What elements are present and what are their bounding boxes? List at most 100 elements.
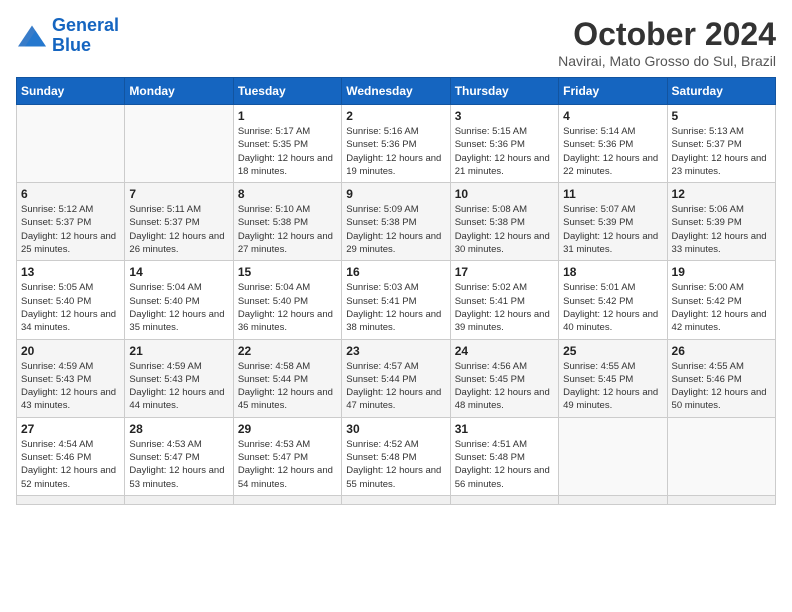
calendar-cell: 24Sunrise: 4:56 AM Sunset: 5:45 PM Dayli… <box>450 339 558 417</box>
calendar-cell: 4 Sunrise: 5:14 AM Sunset: 5:36 PM Daylig… <box>559 105 667 183</box>
day-number: 4 <box>563 109 662 123</box>
logo: General Blue <box>16 16 119 56</box>
calendar-cell: 31Sunrise: 4:51 AM Sunset: 5:48 PM Dayli… <box>450 417 558 495</box>
day-detail: Sunrise: 5:02 AM Sunset: 5:41 PM Dayligh… <box>455 281 554 334</box>
calendar-cell: 30 Sunrise: 4:52 AM Sunset: 5:48 PM Dayli… <box>342 417 450 495</box>
day-number: 13 <box>21 265 120 279</box>
day-number: 17 <box>455 265 554 279</box>
day-detail: Sunrise: 5:00 AM Sunset: 5:42 PM Dayligh… <box>672 281 771 334</box>
calendar-cell: 25Sunrise: 4:55 AM Sunset: 5:45 PM Dayli… <box>559 339 667 417</box>
day-detail: Sunrise: 5:11 AM Sunset: 5:37 PM Dayligh… <box>129 203 228 256</box>
day-detail: Sunrise: 5:06 AM Sunset: 5:39 PM Dayligh… <box>672 203 771 256</box>
day-detail: Sunrise: 5:15 AM Sunset: 5:36 PM Dayligh… <box>455 125 554 178</box>
day-number: 18 <box>563 265 662 279</box>
calendar-cell: 15Sunrise: 5:04 AM Sunset: 5:40 PM Dayli… <box>233 261 341 339</box>
day-detail: Sunrise: 5:10 AM Sunset: 5:38 PM Dayligh… <box>238 203 337 256</box>
calendar-cell: 18 Sunrise: 5:01 AM Sunset: 5:42 PM Dayli… <box>559 261 667 339</box>
day-number: 1 <box>238 109 337 123</box>
day-detail: Sunrise: 4:53 AM Sunset: 5:47 PM Dayligh… <box>238 438 337 491</box>
day-detail: Sunrise: 5:04 AM Sunset: 5:40 PM Dayligh… <box>238 281 337 334</box>
day-detail: Sunrise: 4:52 AM Sunset: 5:48 PM Dayligh… <box>346 438 445 491</box>
calendar-cell <box>233 495 341 504</box>
day-number: 19 <box>672 265 771 279</box>
day-number: 12 <box>672 187 771 201</box>
calendar-cell: 26 Sunrise: 4:55 AM Sunset: 5:46 PM Dayli… <box>667 339 775 417</box>
day-number: 14 <box>129 265 228 279</box>
day-number: 16 <box>346 265 445 279</box>
day-detail: Sunrise: 4:59 AM Sunset: 5:43 PM Dayligh… <box>21 360 120 413</box>
calendar-cell: 3 Sunrise: 5:15 AM Sunset: 5:36 PM Daylig… <box>450 105 558 183</box>
day-detail: Sunrise: 5:08 AM Sunset: 5:38 PM Dayligh… <box>455 203 554 256</box>
weekday-header-row: SundayMondayTuesdayWednesdayThursdayFrid… <box>17 78 776 105</box>
calendar-cell: 12 Sunrise: 5:06 AM Sunset: 5:39 PM Dayli… <box>667 183 775 261</box>
day-number: 26 <box>672 344 771 358</box>
day-detail: Sunrise: 5:03 AM Sunset: 5:41 PM Dayligh… <box>346 281 445 334</box>
day-number: 21 <box>129 344 228 358</box>
calendar-cell: 23 Sunrise: 4:57 AM Sunset: 5:44 PM Dayli… <box>342 339 450 417</box>
day-number: 24 <box>455 344 554 358</box>
day-number: 3 <box>455 109 554 123</box>
calendar-cell <box>125 105 233 183</box>
day-number: 23 <box>346 344 445 358</box>
weekday-header: Tuesday <box>233 78 341 105</box>
day-number: 25 <box>563 344 662 358</box>
page-header: General Blue October 2024 Navirai, Mato … <box>16 16 776 69</box>
title-block: October 2024 Navirai, Mato Grosso do Sul… <box>558 16 776 69</box>
logo-general: General <box>52 15 119 35</box>
calendar-cell: 29 Sunrise: 4:53 AM Sunset: 5:47 PM Dayli… <box>233 417 341 495</box>
calendar-cell: 14Sunrise: 5:04 AM Sunset: 5:40 PM Dayli… <box>125 261 233 339</box>
calendar-cell: 6 Sunrise: 5:12 AM Sunset: 5:37 PM Daylig… <box>17 183 125 261</box>
weekday-header: Sunday <box>17 78 125 105</box>
calendar-cell: 17 Sunrise: 5:02 AM Sunset: 5:41 PM Dayli… <box>450 261 558 339</box>
calendar-cell: 7 Sunrise: 5:11 AM Sunset: 5:37 PM Daylig… <box>125 183 233 261</box>
location: Navirai, Mato Grosso do Sul, Brazil <box>558 53 776 69</box>
day-number: 30 <box>346 422 445 436</box>
day-number: 11 <box>563 187 662 201</box>
weekday-header: Wednesday <box>342 78 450 105</box>
day-number: 29 <box>238 422 337 436</box>
day-number: 20 <box>21 344 120 358</box>
calendar-row <box>17 495 776 504</box>
day-detail: Sunrise: 5:12 AM Sunset: 5:37 PM Dayligh… <box>21 203 120 256</box>
day-detail: Sunrise: 5:07 AM Sunset: 5:39 PM Dayligh… <box>563 203 662 256</box>
day-number: 5 <box>672 109 771 123</box>
day-detail: Sunrise: 4:51 AM Sunset: 5:48 PM Dayligh… <box>455 438 554 491</box>
day-number: 7 <box>129 187 228 201</box>
calendar-cell <box>342 495 450 504</box>
calendar-cell <box>667 417 775 495</box>
day-detail: Sunrise: 5:05 AM Sunset: 5:40 PM Dayligh… <box>21 281 120 334</box>
day-number: 27 <box>21 422 120 436</box>
logo-text: General Blue <box>52 16 119 56</box>
day-detail: Sunrise: 4:57 AM Sunset: 5:44 PM Dayligh… <box>346 360 445 413</box>
calendar-cell <box>17 105 125 183</box>
day-detail: Sunrise: 5:14 AM Sunset: 5:36 PM Dayligh… <box>563 125 662 178</box>
day-detail: Sunrise: 5:13 AM Sunset: 5:37 PM Dayligh… <box>672 125 771 178</box>
day-detail: Sunrise: 4:53 AM Sunset: 5:47 PM Dayligh… <box>129 438 228 491</box>
calendar: SundayMondayTuesdayWednesdayThursdayFrid… <box>16 77 776 505</box>
day-number: 22 <box>238 344 337 358</box>
calendar-cell <box>17 495 125 504</box>
calendar-cell: 9Sunrise: 5:09 AM Sunset: 5:38 PM Daylig… <box>342 183 450 261</box>
month-title: October 2024 <box>558 16 776 53</box>
calendar-cell: 22Sunrise: 4:58 AM Sunset: 5:44 PM Dayli… <box>233 339 341 417</box>
weekday-header: Saturday <box>667 78 775 105</box>
calendar-row: 20 Sunrise: 4:59 AM Sunset: 5:43 PM Dayli… <box>17 339 776 417</box>
day-number: 2 <box>346 109 445 123</box>
calendar-row: 13 Sunrise: 5:05 AM Sunset: 5:40 PM Dayli… <box>17 261 776 339</box>
calendar-cell <box>450 495 558 504</box>
calendar-row: 27Sunrise: 4:54 AM Sunset: 5:46 PM Dayli… <box>17 417 776 495</box>
calendar-cell: 2Sunrise: 5:16 AM Sunset: 5:36 PM Daylig… <box>342 105 450 183</box>
calendar-cell <box>559 495 667 504</box>
calendar-cell: 21 Sunrise: 4:59 AM Sunset: 5:43 PM Dayli… <box>125 339 233 417</box>
logo-blue: Blue <box>52 35 91 55</box>
calendar-row: 1 Sunrise: 5:17 AM Sunset: 5:35 PM Daylig… <box>17 105 776 183</box>
day-detail: Sunrise: 5:01 AM Sunset: 5:42 PM Dayligh… <box>563 281 662 334</box>
day-detail: Sunrise: 5:09 AM Sunset: 5:38 PM Dayligh… <box>346 203 445 256</box>
calendar-cell: 1 Sunrise: 5:17 AM Sunset: 5:35 PM Daylig… <box>233 105 341 183</box>
day-detail: Sunrise: 5:17 AM Sunset: 5:35 PM Dayligh… <box>238 125 337 178</box>
calendar-cell <box>559 417 667 495</box>
day-detail: Sunrise: 4:59 AM Sunset: 5:43 PM Dayligh… <box>129 360 228 413</box>
calendar-cell: 8Sunrise: 5:10 AM Sunset: 5:38 PM Daylig… <box>233 183 341 261</box>
day-detail: Sunrise: 4:55 AM Sunset: 5:46 PM Dayligh… <box>672 360 771 413</box>
day-number: 6 <box>21 187 120 201</box>
